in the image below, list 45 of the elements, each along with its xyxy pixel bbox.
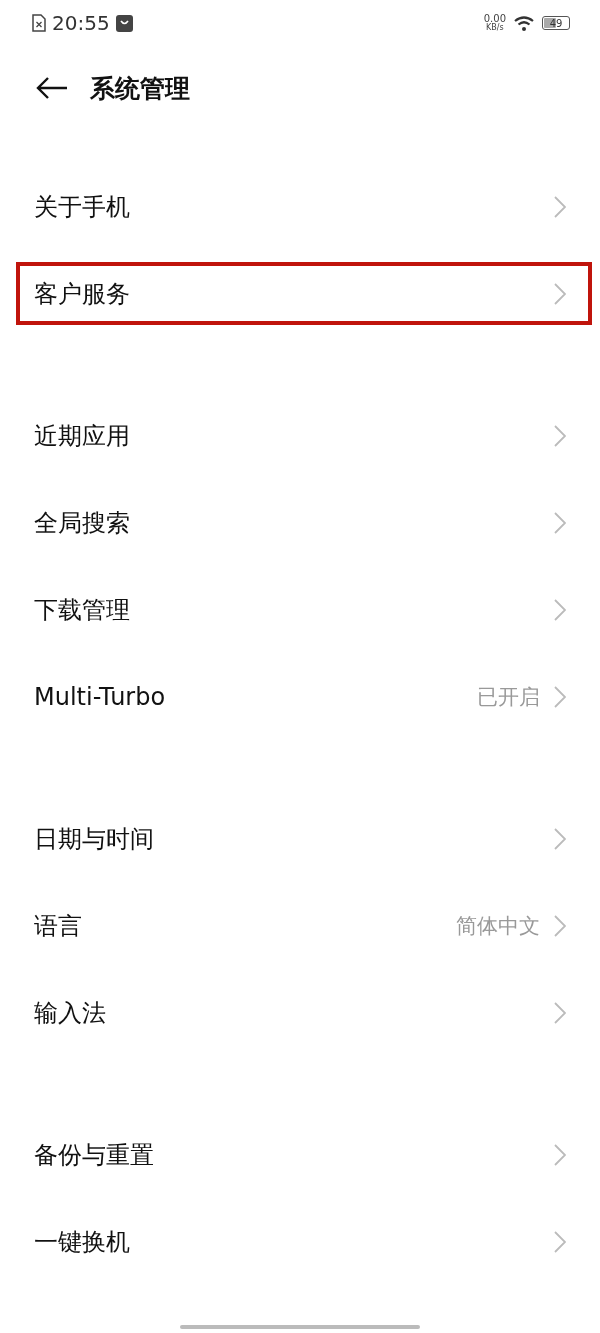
shopping-bag-icon [115,14,133,32]
chevron-right-icon [554,1230,566,1253]
network-speed-unit: KB/s [486,24,504,32]
settings-row[interactable]: 全局搜索 [0,479,600,566]
chevron-right-icon [554,195,566,218]
wifi-icon [514,15,534,31]
chevron-right-icon [554,914,566,937]
sim-card-icon [32,14,46,32]
row-label: 下载管理 [34,594,131,626]
chevron-right-icon [554,685,566,708]
row-label: Multi-Turbo [34,682,167,711]
row-label: 语言 [34,910,83,942]
settings-row[interactable]: Multi-Turbo 已开启 [0,653,600,740]
settings-row[interactable]: 输入法 [0,969,600,1056]
settings-row[interactable]: 近期应用 [0,392,600,479]
settings-row[interactable]: 一键换机 [0,1198,600,1285]
chevron-right-icon [554,1143,566,1166]
battery-percent: 49 [549,17,563,29]
row-label: 备份与重置 [34,1139,155,1171]
page-title: 系统管理 [90,72,190,105]
row-label: 客户服务 [34,278,131,310]
chevron-right-icon [554,424,566,447]
row-label: 关于手机 [34,191,131,223]
chevron-right-icon [554,827,566,850]
row-label: 近期应用 [34,420,131,452]
row-label: 输入法 [34,997,107,1029]
row-label: 全局搜索 [34,507,131,539]
settings-row[interactable]: 备份与重置 [0,1111,600,1198]
back-button[interactable] [36,76,68,100]
settings-row[interactable]: 语言 简体中文 [0,882,600,969]
settings-row[interactable]: 日期与时间 [0,795,600,882]
network-speed: 0.00 [483,14,506,24]
row-value: 已开启 [477,683,540,711]
settings-row[interactable]: 客户服务 [0,250,600,337]
status-time: 20:55 [52,11,110,35]
row-label: 日期与时间 [34,823,155,855]
chevron-right-icon [554,511,566,534]
row-value: 简体中文 [456,912,540,940]
chevron-right-icon [554,1001,566,1024]
row-label: 一键换机 [34,1226,131,1258]
settings-row[interactable]: 关于手机 [0,163,600,250]
back-arrow-icon [36,76,68,100]
chevron-right-icon [554,282,566,305]
chevron-right-icon [554,598,566,621]
settings-row[interactable]: 下载管理 [0,566,600,653]
